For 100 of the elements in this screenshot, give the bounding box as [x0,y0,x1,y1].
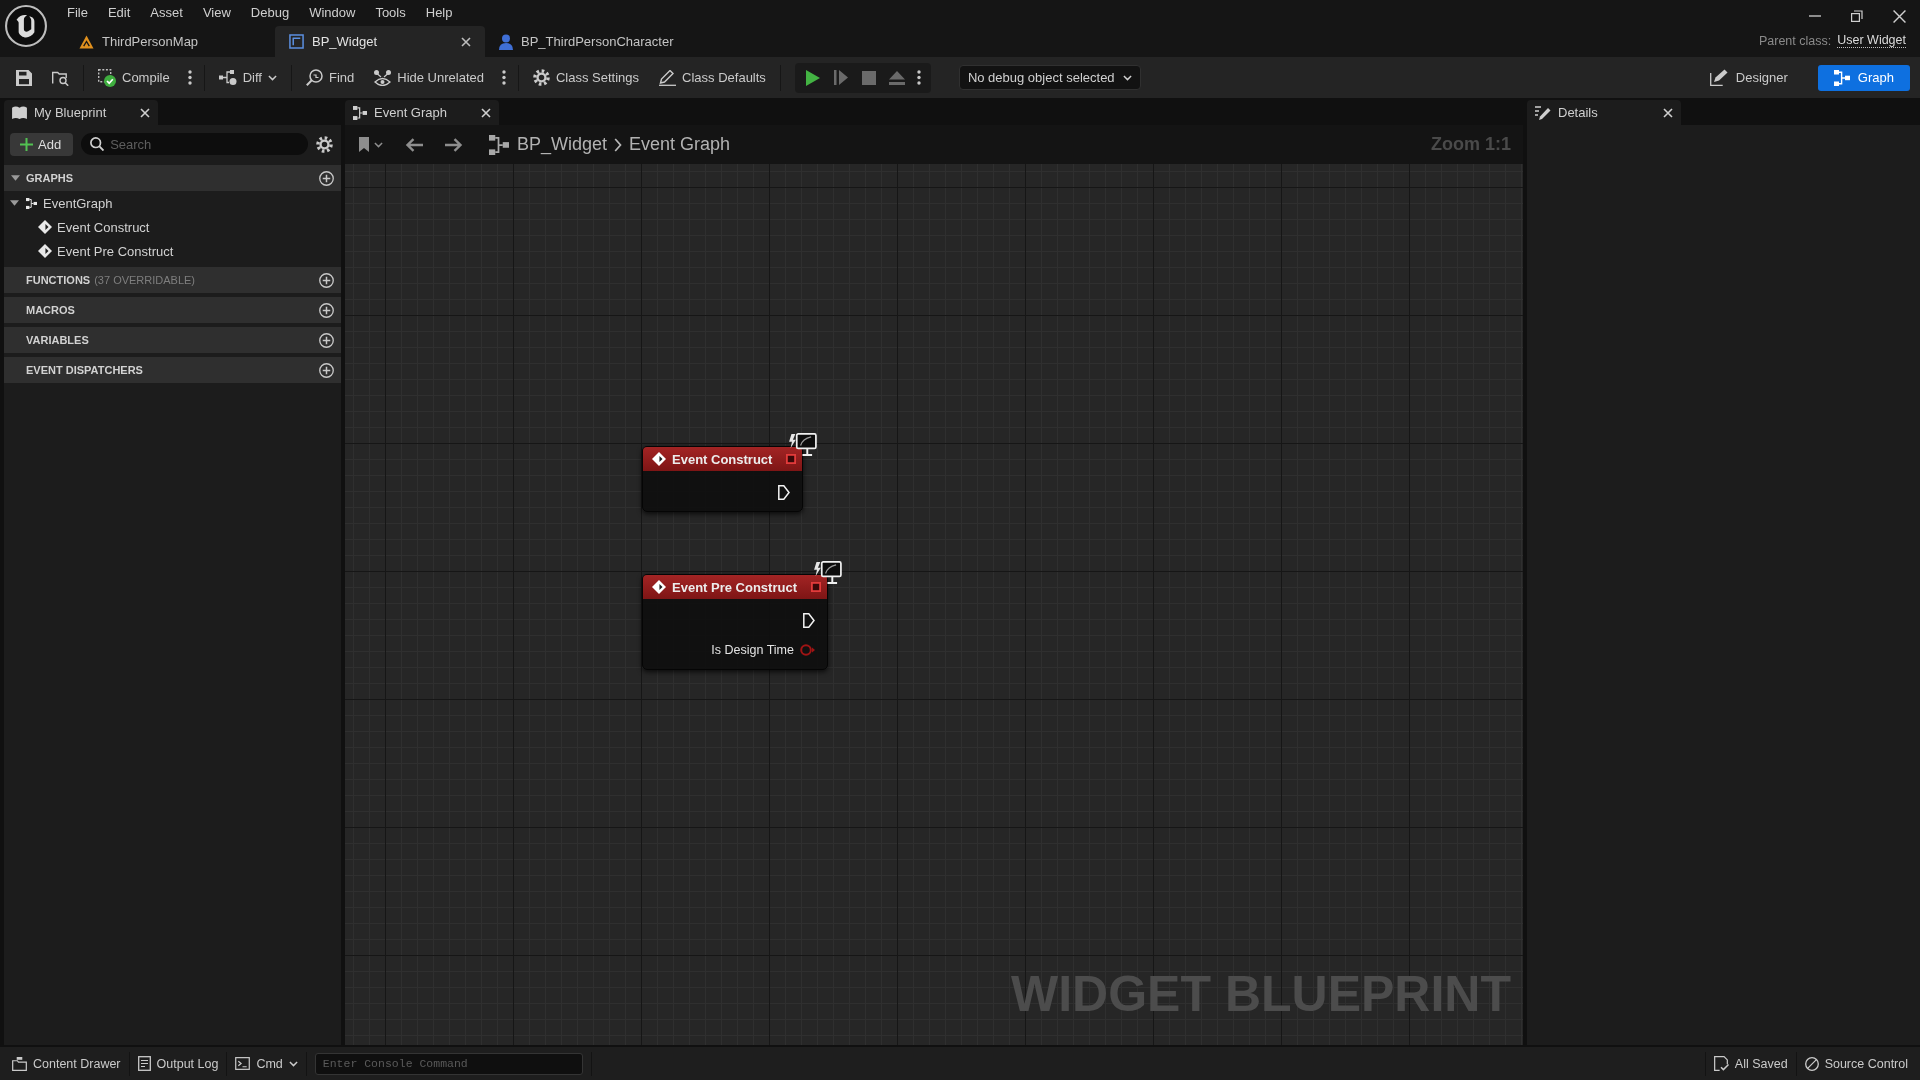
menu-item[interactable]: Asset [140,1,193,23]
branch-icon [218,70,237,85]
section-header[interactable]: VARIABLES [4,327,341,353]
delegate-pin-icon[interactable] [786,454,797,464]
compile-button[interactable]: Compile [92,63,176,92]
pencil-icon [659,69,677,86]
saved-button[interactable]: All Saved [1705,1050,1796,1077]
terminal-icon [235,1057,251,1070]
menu-item[interactable]: Help [415,1,463,23]
folder-icon [12,1056,27,1071]
settings-icon[interactable] [316,135,333,153]
menu-item[interactable]: View [192,1,241,23]
output-log-button[interactable]: Output Log [129,1050,227,1077]
more-icon [187,70,192,85]
parent-class-link[interactable]: User Widget [1837,33,1906,48]
chevron-right-icon [614,137,623,152]
panel-tab[interactable]: My Blueprint [4,100,158,125]
check-circle-icon [98,68,116,87]
menu-item[interactable]: Window [299,1,366,23]
save-icon [16,69,32,86]
delegate-pin-icon[interactable] [811,582,821,592]
diamond-icon [38,244,52,258]
pencil-icon [1535,105,1551,120]
expand-triangle-icon[interactable] [10,200,19,206]
hide-unrelated-button[interactable]: Hide Unrelated [368,63,490,92]
tree-item[interactable]: Event Construct [4,215,341,239]
logo-icon[interactable] [5,5,47,47]
section-header[interactable]: FUNCTIONS (37 OVERRIDABLE) [4,267,341,293]
add-circle-icon[interactable] [319,362,334,378]
section-header[interactable]: EVENT DISPATCHERS [4,357,341,383]
tree-item[interactable]: Event Pre Construct [4,239,341,263]
section-header[interactable]: MACROS [4,297,341,323]
add-circle-icon[interactable] [319,302,334,318]
caret-icon[interactable] [374,141,383,148]
breadcrumb-link[interactable]: Event Graph [629,134,731,155]
menu-item[interactable]: Debug [240,1,300,23]
plus-icon [20,137,33,151]
section-title: GRAPHS [26,172,74,184]
layout-icon [289,34,304,49]
settings-icon [532,69,550,86]
document-tab[interactable]: BP_Widget [275,26,485,57]
person-icon [499,33,513,50]
forward-arrow-icon[interactable] [445,137,463,152]
content-drawer-button[interactable]: Content Drawer [4,1050,129,1077]
close-icon[interactable] [461,36,471,47]
menu-item[interactable]: Edit [97,1,141,23]
document-tab[interactable]: BP_ThirdPersonCharacter [485,26,695,57]
close-icon[interactable] [1663,107,1673,118]
save-check-icon [1713,1056,1729,1071]
expand-triangle-icon[interactable] [11,175,20,181]
section-title: EVENT DISPATCHERS [26,364,143,376]
search-field[interactable]: Search [81,133,308,155]
console-input[interactable]: Enter Console Command [314,1052,583,1075]
eye-icon [374,69,392,86]
folder-search-icon [52,69,69,86]
cmd-button[interactable]: Cmd [227,1050,306,1077]
add-circle-icon[interactable] [319,272,334,288]
tree-item[interactable]: EventGraph [4,191,341,215]
brush-icon [1709,69,1728,86]
debug-object-dropdown[interactable]: No debug object selected [958,65,1141,90]
diamond-icon [652,452,666,466]
class-defaults-button[interactable]: Class Defaults [653,63,772,92]
search-icon [90,137,105,151]
blocked-icon [1804,1056,1819,1071]
menu-item[interactable]: File [57,1,98,23]
exec-pin-icon[interactable] [803,612,815,628]
parent-class-label: Parent class: [1758,33,1832,48]
node-graph-icon [1833,69,1850,86]
diamond-icon [652,580,666,594]
menu-item[interactable]: Tools [365,1,416,23]
add-circle-icon[interactable] [319,170,334,186]
event-node[interactable]: Event Pre Construct Is Design Time [642,574,828,670]
restore-icon [1851,10,1863,22]
find-button[interactable]: Find [299,63,361,92]
search-icon [305,69,323,86]
diamond-icon [38,220,52,234]
section-header[interactable]: GRAPHS [4,165,341,191]
caret-icon [288,1060,298,1067]
exec-pin-icon[interactable] [778,484,791,500]
close-icon[interactable] [481,107,491,118]
class-settings-button[interactable]: Class Settings [526,63,646,92]
node-graph-icon [353,105,367,120]
add-button[interactable]: Add [10,132,74,156]
section-title: FUNCTIONS [26,274,91,286]
add-circle-icon[interactable] [319,332,334,348]
back-arrow-icon[interactable] [405,137,423,152]
section-note: (37 OVERRIDABLE) [94,274,196,286]
designer-button[interactable]: Designer [1693,64,1804,91]
close-icon[interactable] [140,107,150,118]
event-node[interactable]: Event Construct [642,446,804,512]
panel-tab[interactable]: Event Graph [345,100,499,125]
diff-button[interactable]: Diff [212,63,283,92]
document-tab[interactable]: ThirdPersonMap [65,26,275,57]
bookmark-icon[interactable] [359,137,369,152]
document-icon [137,1056,151,1071]
breadcrumb-link[interactable]: BP_Widget [517,134,608,155]
more-icon [501,70,506,85]
panel-tab[interactable]: Details [1527,100,1681,125]
graph-button[interactable]: Graph [1817,64,1910,91]
source-control-button[interactable]: Source Control [1796,1050,1916,1077]
